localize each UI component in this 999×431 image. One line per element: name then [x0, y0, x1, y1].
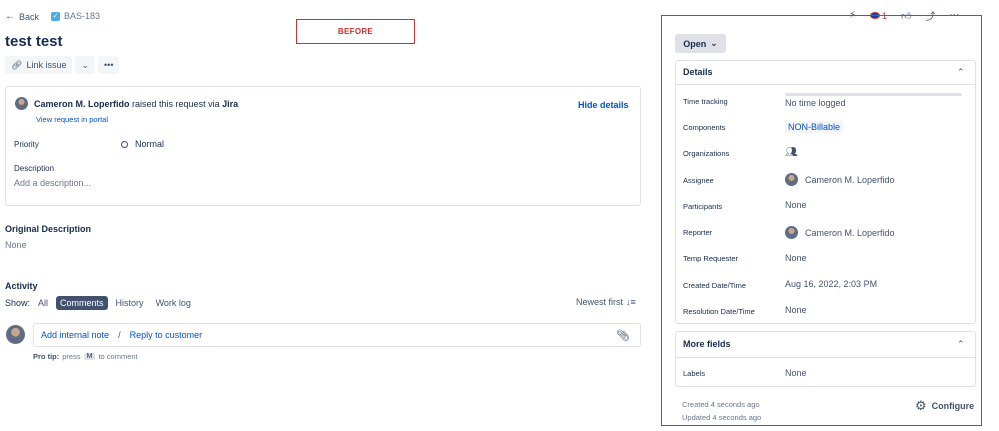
paperclip-icon[interactable]: 📎︎ — [616, 329, 630, 342]
assignee-name: Cameron M. Loperfido — [805, 174, 895, 185]
link-icon: 🔗︎ — [11, 59, 23, 70]
issue-key-breadcrumb[interactable]: ✓ BAS-183 — [51, 11, 100, 21]
channel-name: Jira — [222, 98, 239, 109]
arrow-left-icon: ← — [5, 11, 15, 22]
resolution-datetime-text: None — [785, 305, 807, 315]
avatar — [785, 226, 798, 239]
link-issue-button[interactable]: 🔗︎ Link issue — [5, 56, 73, 74]
created-datetime-label: Created Date/Time — [683, 281, 747, 290]
link-dropdown-button[interactable]: ⌄ — [75, 56, 96, 74]
raised-text: raised this request via — [132, 98, 220, 109]
issue-toolbar: 🔗︎ Link issue ⌄ ••• — [5, 56, 120, 74]
status-button[interactable]: Open ⌄ — [675, 34, 726, 53]
original-description-value: None — [5, 240, 27, 250]
chevron-down-icon: ⌄ — [710, 38, 718, 48]
priority-field[interactable]: Normal — [121, 139, 164, 149]
filter-comments[interactable]: Comments — [56, 296, 108, 310]
current-user-avatar — [6, 325, 25, 346]
hide-details-button[interactable]: Hide details — [578, 100, 629, 110]
more-icon: ••• — [104, 60, 114, 70]
reporter-label: Reporter — [683, 228, 713, 237]
time-tracking-text: No time logged — [785, 98, 846, 108]
labels-value[interactable]: None — [785, 368, 807, 378]
labels-text: None — [785, 368, 807, 378]
gear-icon: ⚙ — [915, 398, 927, 413]
temp-requester-label: Temp Requester — [683, 254, 739, 263]
organizations-label: Organizations — [683, 149, 730, 158]
comment-editor[interactable]: Add internal note / Reply to customer 📎︎ — [33, 323, 641, 347]
configure-label: Configure — [931, 401, 975, 411]
resolution-datetime-value[interactable]: None — [785, 305, 807, 315]
resolution-datetime-label: Resolution Date/Time — [683, 307, 755, 316]
organizations-value[interactable]: 👥︎ — [785, 147, 798, 158]
divider — [676, 357, 975, 358]
avatar — [15, 97, 28, 110]
back-button[interactable]: ← Back — [5, 11, 39, 22]
created-datetime-value[interactable]: Aug 16, 2022, 2:03 PM — [785, 279, 877, 289]
components-label: Components — [683, 123, 726, 132]
configure-button[interactable]: ⚙ Configure — [915, 398, 974, 414]
back-label: Back — [19, 11, 40, 22]
component-tag[interactable]: NON-Billable — [785, 121, 844, 133]
participants-value[interactable]: None — [785, 200, 807, 210]
pro-tip: Pro tip: press M to comment — [33, 352, 138, 361]
original-description-label: Original Description — [5, 224, 92, 234]
activity-heading: Activity — [5, 281, 38, 291]
participants-label: Participants — [683, 202, 723, 211]
assignee-label: Assignee — [683, 176, 714, 185]
issue-key: BAS-183 — [64, 11, 101, 21]
assignee-value[interactable]: Cameron M. Loperfido — [785, 173, 895, 186]
before-annotation: BEFORE — [296, 19, 415, 44]
more-fields-header[interactable]: More fields — [683, 339, 731, 349]
temp-requester-text: None — [785, 253, 807, 263]
request-raised-line: Cameron M. Loperfido raised this request… — [15, 97, 238, 110]
reporter-value[interactable]: Cameron M. Loperfido — [785, 226, 895, 239]
reply-to-customer-button[interactable]: Reply to customer — [130, 330, 203, 340]
priority-label: Priority — [14, 140, 39, 149]
sort-label: Newest first — [576, 297, 624, 307]
time-tracking-label: Time tracking — [683, 97, 728, 106]
chevron-up-icon[interactable]: ⌃ — [957, 339, 965, 350]
status-label: Open — [683, 38, 707, 49]
description-field[interactable]: Add a description... — [14, 178, 91, 188]
sort-descending-icon: ↓≡ — [626, 297, 636, 307]
avatar — [785, 173, 798, 186]
reporter-name[interactable]: Cameron M. Loperfido — [34, 99, 130, 109]
time-tracking-bar — [785, 93, 962, 96]
show-label: Show: — [5, 298, 31, 308]
priority-value: Normal — [135, 139, 165, 149]
activity-filters: Show: All Comments History Work log — [5, 296, 195, 310]
updated-timestamp: Updated 4 seconds ago — [682, 413, 762, 422]
protip-press: press — [62, 352, 81, 361]
labels-label: Labels — [683, 369, 706, 378]
priority-normal-icon — [121, 140, 128, 148]
issue-title[interactable]: test test — [5, 33, 63, 50]
comment-separator: / — [118, 330, 121, 340]
filter-all[interactable]: All — [34, 296, 52, 310]
temp-requester-value[interactable]: None — [785, 253, 807, 263]
more-actions-button[interactable]: ••• — [98, 56, 120, 74]
created-datetime-text: Aug 16, 2022, 2:03 PM — [785, 279, 878, 289]
participants-text: None — [785, 200, 807, 210]
chevron-up-icon[interactable]: ⌃ — [957, 67, 965, 78]
sort-order-button[interactable]: Newest first ↓≡ — [576, 297, 636, 307]
organization-people-icon: 👥︎ — [785, 147, 798, 158]
protip-rest: to comment — [98, 352, 138, 361]
filter-work-log[interactable]: Work log — [152, 296, 195, 310]
time-tracking-value[interactable]: No time logged — [785, 98, 846, 108]
view-in-portal-link[interactable]: View request in portal — [36, 115, 108, 124]
protip-label: Pro tip: — [33, 352, 60, 361]
components-value[interactable]: NON-Billable — [785, 121, 844, 133]
chevron-down-icon: ⌄ — [81, 59, 90, 70]
details-header[interactable]: Details — [683, 67, 713, 77]
description-label: Description — [14, 164, 55, 173]
link-issue-label: Link issue — [26, 60, 67, 70]
protip-key: M — [83, 353, 96, 360]
task-type-icon: ✓ — [51, 11, 60, 21]
reporter-name: Cameron M. Loperfido — [805, 227, 895, 238]
created-timestamp: Created 4 seconds ago — [682, 400, 760, 409]
filter-history[interactable]: History — [112, 296, 148, 310]
add-internal-note-button[interactable]: Add internal note — [41, 330, 109, 340]
divider — [676, 84, 975, 85]
